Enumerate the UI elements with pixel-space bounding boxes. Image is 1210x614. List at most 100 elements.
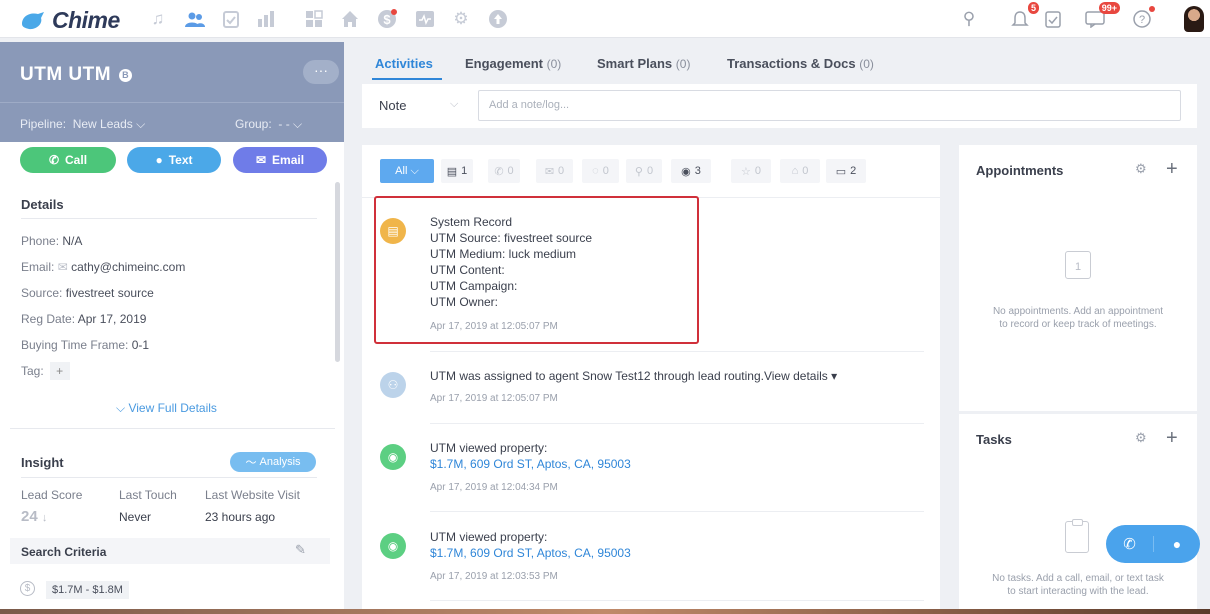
document-icon: ▤ bbox=[446, 165, 458, 178]
group-select[interactable]: Group: - - ⌵ bbox=[235, 117, 302, 132]
reg-date-row: Reg Date: Apr 17, 2019 bbox=[21, 312, 146, 326]
reg-date-label: Reg Date: bbox=[21, 312, 76, 326]
tab-label: Engagement bbox=[465, 56, 544, 71]
clipboard-nav-icon[interactable] bbox=[220, 8, 242, 30]
filter-count: 0 bbox=[754, 165, 761, 177]
routing-icon: ⚇ bbox=[380, 372, 406, 398]
chat-bubble-icon[interactable]: ● bbox=[1153, 536, 1200, 552]
activity-line: UTM was assigned to agent Snow Test12 th… bbox=[430, 369, 828, 383]
search-icon[interactable]: ⚲ bbox=[958, 8, 980, 30]
text-button[interactable]: ● Text bbox=[127, 147, 221, 173]
tag-row: Tag: + bbox=[21, 362, 70, 380]
source-row: Source: fivestreet source bbox=[21, 286, 154, 300]
phone-call-icon[interactable]: ✆ bbox=[1106, 535, 1153, 553]
divider bbox=[430, 600, 924, 601]
filter-count: 2 bbox=[850, 165, 857, 177]
people-nav-icon[interactable] bbox=[184, 8, 206, 30]
routing-activity-text: UTM was assigned to agent Snow Test12 th… bbox=[430, 368, 837, 384]
note-input[interactable]: Add a note/log... bbox=[478, 90, 1181, 121]
chat-bubble-icon: ● bbox=[155, 153, 163, 167]
tab-activities[interactable]: Activities bbox=[375, 56, 433, 71]
logo[interactable]: Chime bbox=[20, 7, 120, 34]
add-tag-button[interactable]: + bbox=[49, 362, 70, 380]
mail-icon: ✉ bbox=[57, 260, 68, 274]
add-task-button[interactable]: + bbox=[1166, 428, 1178, 448]
filter-properties[interactable]: ⌂ 0 bbox=[780, 159, 820, 183]
call-button[interactable]: ✆ Call bbox=[20, 147, 116, 173]
filter-count: 0 bbox=[507, 165, 514, 177]
pipeline-label: Pipeline: bbox=[20, 117, 67, 131]
analysis-button[interactable]: 〜 Analysis bbox=[230, 452, 316, 472]
filter-calls[interactable]: ✆ 0 bbox=[488, 159, 520, 183]
grid-nav-icon[interactable] bbox=[303, 8, 325, 30]
activity-nav-icon[interactable] bbox=[414, 8, 436, 30]
property-link[interactable]: $1.7M, 609 Ord ST, Aptos, CA, 95003 bbox=[430, 456, 631, 472]
filter-system-record[interactable]: ▤ 1 bbox=[441, 159, 473, 183]
chevron-down-icon[interactable]: ⌵ bbox=[450, 98, 458, 111]
note-type-select[interactable]: Note bbox=[379, 98, 406, 113]
group-value: - - bbox=[278, 117, 290, 131]
chevron-down-icon: ⌵ bbox=[293, 117, 303, 131]
tab-smart-plans[interactable]: Smart Plans (0) bbox=[597, 56, 690, 71]
add-appointment-button[interactable]: + bbox=[1166, 159, 1178, 179]
search-criteria-bar: Search Criteria ✎ bbox=[10, 538, 330, 564]
last-touch-label: Last Touch bbox=[119, 488, 177, 502]
gear-nav-icon[interactable]: ⚙ bbox=[450, 8, 472, 30]
filter-count: 0 bbox=[558, 165, 565, 177]
search-criteria-title: Search Criteria bbox=[21, 545, 107, 559]
viewed-property-text: UTM viewed property: $1.7M, 609 Ord ST, … bbox=[430, 440, 631, 472]
envelope-icon: ✉ bbox=[544, 165, 555, 178]
tab-engagement[interactable]: Engagement (0) bbox=[465, 56, 561, 71]
price-range-chip: $1.7M - $1.8M bbox=[46, 581, 129, 599]
bell-nav-icon[interactable]: ♫ bbox=[147, 8, 169, 30]
tab-count: (0) bbox=[859, 57, 874, 71]
gear-icon[interactable]: ⚙ bbox=[1135, 161, 1147, 177]
filter-all-dropdown[interactable]: All ⌵ bbox=[380, 159, 434, 183]
filter-count: 3 bbox=[694, 165, 701, 177]
edit-icon[interactable]: ✎ bbox=[295, 542, 306, 558]
filter-emails[interactable]: ✉ 0 bbox=[536, 159, 573, 183]
email-button[interactable]: ✉ Email bbox=[233, 147, 327, 173]
filter-searches[interactable]: ⚲ 0 bbox=[626, 159, 662, 183]
view-full-details-link[interactable]: ⌵ View Full Details bbox=[116, 401, 217, 416]
filter-notes[interactable]: ▭ 2 bbox=[826, 159, 866, 183]
last-visit-label: Last Website Visit bbox=[205, 488, 300, 502]
bar-chart-nav-icon[interactable] bbox=[255, 8, 277, 30]
help-icon[interactable]: ? bbox=[1131, 6, 1155, 30]
viewed-property-text: UTM viewed property: $1.7M, 609 Ord ST, … bbox=[430, 529, 631, 561]
more-options-button[interactable]: ··· bbox=[303, 60, 339, 84]
appointments-panel: Appointments ⚙ + 1 No appointments. Add … bbox=[959, 145, 1197, 411]
pipeline-value: New Leads bbox=[72, 117, 133, 131]
messages-icon[interactable]: 99+ bbox=[1084, 2, 1120, 30]
filter-views[interactable]: ◉ 3 bbox=[671, 159, 711, 183]
filter-texts[interactable]: ◌ 0 bbox=[582, 159, 619, 183]
scrollbar[interactable] bbox=[335, 182, 340, 362]
pipeline-row: Pipeline: New Leads ⌵ Group: - - ⌵ bbox=[0, 102, 344, 142]
svg-text:$: $ bbox=[383, 12, 391, 27]
user-avatar[interactable] bbox=[1184, 6, 1204, 32]
filter-count: 0 bbox=[646, 165, 654, 177]
insight-title: Insight bbox=[21, 455, 64, 470]
caret-down-icon[interactable]: ▾ bbox=[831, 369, 837, 383]
task-check-icon[interactable] bbox=[1042, 8, 1064, 30]
pipeline-select[interactable]: Pipeline: New Leads ⌵ bbox=[20, 117, 145, 132]
email-value[interactable]: cathy@chimeinc.com bbox=[71, 260, 185, 274]
house-icon: ⌂ bbox=[791, 165, 799, 177]
home-nav-icon[interactable] bbox=[339, 8, 361, 30]
eye-icon: ◉ bbox=[681, 165, 691, 178]
tab-transactions-docs[interactable]: Transactions & Docs (0) bbox=[727, 56, 874, 71]
activity-line: UTM viewed property: bbox=[430, 441, 548, 455]
text-label: Text bbox=[168, 153, 193, 167]
chime-logo-icon bbox=[22, 11, 44, 29]
activity-timestamp: Apr 17, 2019 at 12:04:34 PM bbox=[430, 482, 558, 493]
upload-nav-icon[interactable] bbox=[487, 8, 509, 30]
eye-icon: ◉ bbox=[380, 533, 406, 559]
tasks-empty-message: No tasks. Add a call, email, or text tas… bbox=[992, 573, 1164, 597]
filter-count: 0 bbox=[802, 165, 809, 177]
property-link[interactable]: $1.7M, 609 Ord ST, Aptos, CA, 95003 bbox=[430, 545, 631, 561]
notification-bell-icon[interactable]: 5 bbox=[1009, 2, 1039, 30]
filter-favorites[interactable]: ☆ 0 bbox=[731, 159, 771, 183]
details-title: Details bbox=[21, 197, 64, 212]
gear-icon[interactable]: ⚙ bbox=[1135, 430, 1147, 446]
dollar-nav-icon[interactable]: $ bbox=[376, 8, 398, 30]
